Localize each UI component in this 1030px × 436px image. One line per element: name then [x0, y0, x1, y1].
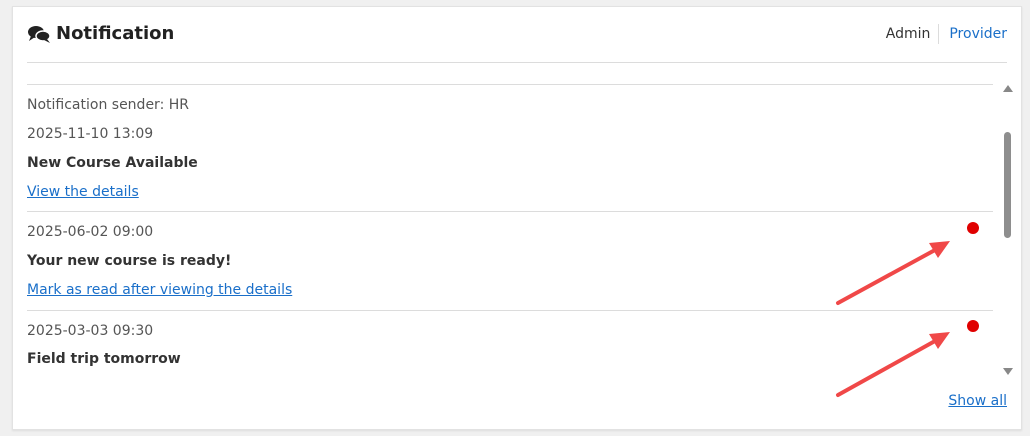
notification-list[interactable]: Notification sender: HR 2025-11-10 13:09… [27, 84, 993, 375]
notification-item: 2025-06-02 09:00 Your new course is read… [27, 212, 993, 311]
tab-admin[interactable]: Admin [886, 26, 939, 42]
scroll-down-arrow-icon[interactable] [1003, 368, 1013, 375]
notification-date: 2025-03-03 09:30 [27, 323, 154, 339]
notification-date: 2025-11-10 13:09 [27, 126, 154, 142]
view-details-link[interactable]: View the details [27, 184, 139, 200]
card-header: Notification Admin Provider [27, 7, 1007, 63]
notification-sender: Notification sender: HR [27, 97, 189, 113]
notification-card: Notification Admin Provider Notification… [12, 6, 1022, 430]
show-all-link[interactable]: Show all [948, 393, 1007, 409]
notification-item: 2025-03-03 09:30 Field trip tomorrow [27, 311, 993, 375]
notification-subject: Field trip tomorrow [27, 351, 181, 367]
title-wrap: Notification [27, 23, 174, 44]
page-title: Notification [56, 23, 175, 44]
chat-bubbles-icon [28, 25, 51, 43]
notification-subject: New Course Available [27, 155, 198, 171]
notification-subject: Your new course is ready! [27, 253, 232, 269]
audience-tabs: Admin Provider [886, 24, 1007, 44]
mark-as-read-link[interactable]: Mark as read after viewing the details [27, 282, 292, 298]
notification-item: Notification sender: HR 2025-11-10 13:09… [27, 85, 993, 212]
notification-date: 2025-06-02 09:00 [27, 224, 154, 240]
tab-provider[interactable]: Provider [939, 26, 1007, 42]
scrollbar-thumb[interactable] [1004, 132, 1011, 238]
list-scrollbar[interactable] [1003, 85, 1013, 375]
unread-dot [967, 320, 979, 332]
unread-dot [967, 222, 979, 234]
scroll-up-arrow-icon[interactable] [1003, 85, 1013, 92]
